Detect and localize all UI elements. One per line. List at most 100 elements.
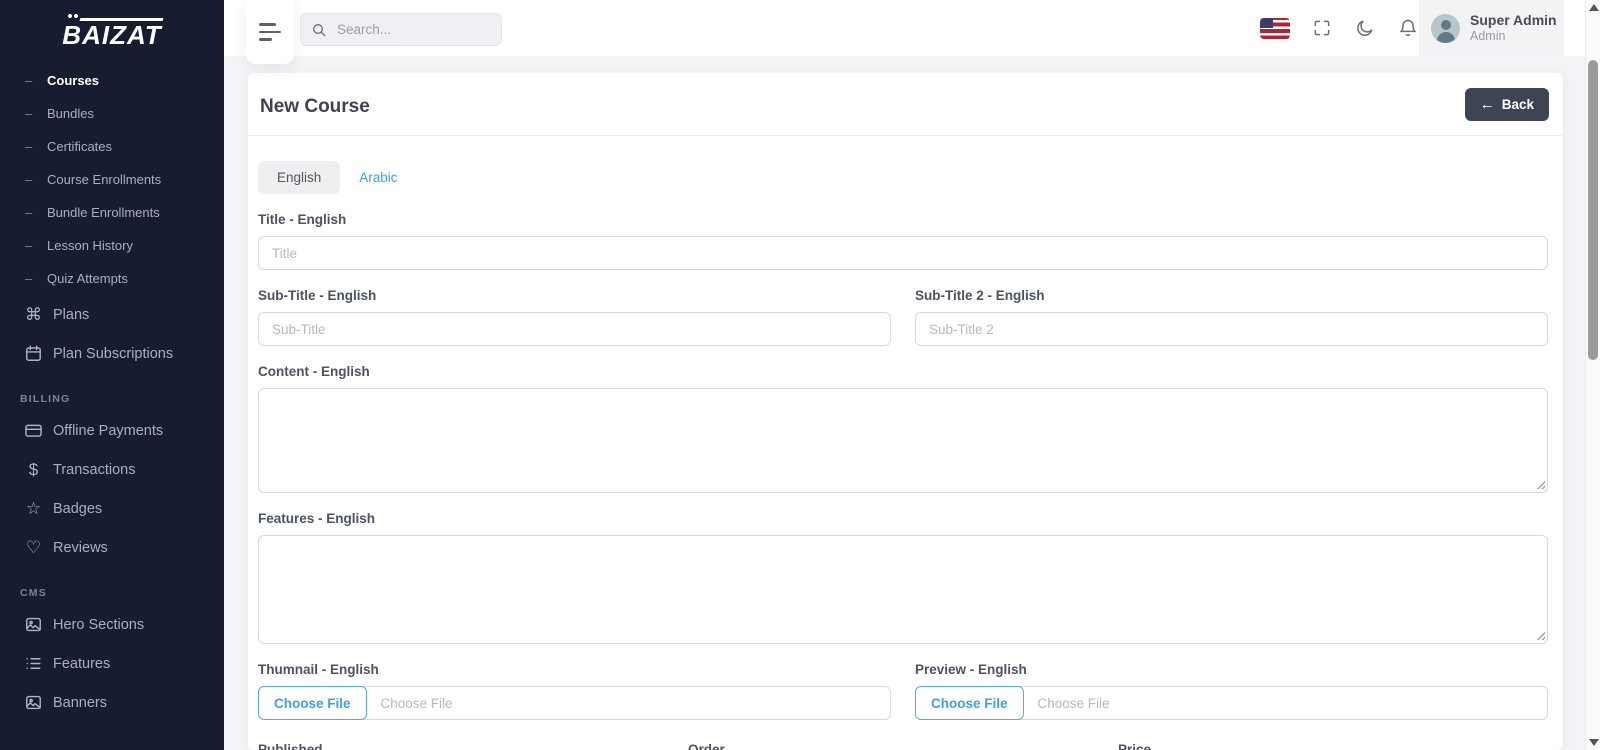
image-icon — [24, 693, 43, 712]
scroll-up-arrow-icon[interactable] — [1589, 4, 1599, 11]
content-textarea[interactable] — [258, 388, 1548, 493]
subtitle2-label: Sub-Title 2 - English — [915, 288, 1045, 303]
sidebar-item-badges[interactable]: ☆ Badges — [0, 489, 224, 528]
preview-file-placeholder: Choose File — [1037, 695, 1110, 711]
dash-icon: – — [25, 172, 33, 187]
sidebar-item-quiz-attempts[interactable]: – Quiz Attempts — [0, 262, 224, 295]
sidebar-item-label: Features — [53, 655, 111, 672]
menu-icon — [259, 23, 276, 26]
new-course-card: New Course ← Back English Arabic Title -… — [248, 73, 1563, 750]
sidebar-item-label: Badges — [53, 500, 103, 517]
search-input[interactable] — [335, 21, 491, 38]
sidebar-item-banners[interactable]: Banners — [0, 683, 224, 722]
tab-arabic[interactable]: Arabic — [359, 170, 397, 185]
app-logo[interactable]: BAIZAT — [0, 0, 224, 64]
dash-icon: – — [25, 73, 33, 88]
calendar-icon — [24, 344, 43, 363]
thumbnail-label: Thumnail - English — [258, 662, 379, 677]
sidebar-item-label: Transactions — [53, 461, 136, 478]
thumbnail-file-input[interactable]: Choose File Choose File — [258, 686, 891, 720]
partial-bottom-row: Published Order Price — [258, 724, 1548, 750]
sidebar-item-label: Lesson History — [47, 238, 133, 253]
preview-choose-file-button[interactable]: Choose File — [915, 686, 1024, 720]
global-search[interactable] — [300, 13, 502, 46]
title-input[interactable] — [258, 236, 1548, 270]
menu-toggle-button[interactable] — [246, 0, 294, 64]
sidebar-item-courses[interactable]: – Courses — [0, 64, 224, 97]
dash-icon: – — [25, 106, 33, 121]
scrollbar-thumb[interactable] — [1588, 60, 1598, 360]
course-form: English Arabic Title - English Sub-Title… — [248, 136, 1563, 750]
sidebar-item-lesson-history[interactable]: – Lesson History — [0, 229, 224, 262]
sidebar-section-billing: BILLING — [20, 393, 71, 405]
sidebar-nav: – Courses – Bundles – Certificates – Cou… — [0, 64, 224, 722]
sidebar-item-bundles[interactable]: – Bundles — [0, 97, 224, 130]
sidebar-item-label: Reviews — [53, 539, 108, 556]
credit-card-icon — [24, 421, 43, 440]
scroll-down-arrow-icon[interactable] — [1589, 739, 1599, 746]
arrow-left-icon: ← — [1479, 96, 1495, 113]
sidebar: BAIZAT – Courses – Bundles – Certificate… — [0, 0, 224, 750]
features-textarea[interactable] — [258, 535, 1548, 644]
sidebar-item-features[interactable]: Features — [0, 644, 224, 683]
features-label: Features - English — [258, 511, 376, 526]
preview-file-input[interactable]: Choose File Choose File — [915, 686, 1548, 720]
price-label: Price — [1118, 742, 1152, 750]
dollar-icon: $ — [28, 460, 39, 479]
image-icon — [24, 615, 43, 634]
subtitle2-input[interactable] — [915, 312, 1548, 346]
page-title: New Course — [260, 96, 370, 117]
sidebar-section-cms: CMS — [20, 587, 47, 599]
card-header: New Course ← Back — [248, 73, 1563, 136]
top-navbar: Super Admin Admin — [224, 0, 1600, 64]
back-button[interactable]: ← Back — [1464, 88, 1549, 121]
thumbnail-choose-file-button[interactable]: Choose File — [258, 686, 367, 720]
subtitle-label: Sub-Title - English — [258, 288, 377, 303]
sidebar-item-hero-sections[interactable]: Hero Sections — [0, 605, 224, 644]
order-label: Order — [688, 742, 725, 750]
sidebar-item-plans[interactable]: ⌘ Plans — [0, 295, 224, 334]
published-label: Published — [258, 742, 323, 750]
sidebar-item-label: Offline Payments — [53, 422, 164, 439]
dash-icon: – — [25, 139, 33, 154]
dark-mode-moon-icon[interactable] — [1354, 17, 1376, 39]
sidebar-item-offline-payments[interactable]: Offline Payments — [0, 411, 224, 450]
sidebar-item-label: Bundles — [47, 106, 94, 121]
sidebar-item-label: Hero Sections — [53, 616, 145, 633]
sidebar-item-certificates[interactable]: – Certificates — [0, 130, 224, 163]
notifications-bell-icon[interactable] — [1397, 17, 1419, 39]
avatar — [1431, 13, 1460, 43]
sidebar-item-plan-subscriptions[interactable]: Plan Subscriptions — [0, 334, 224, 373]
sidebar-item-label: Plan Subscriptions — [53, 345, 174, 362]
language-flag-icon[interactable] — [1260, 17, 1290, 39]
title-label: Title - English — [258, 212, 347, 227]
star-icon: ☆ — [25, 499, 42, 518]
user-name: Super Admin — [1470, 11, 1557, 28]
user-role: Admin — [1470, 29, 1506, 44]
sidebar-item-reviews[interactable]: ♡ Reviews — [0, 528, 224, 567]
sidebar-item-bundle-enrollments[interactable]: – Bundle Enrollments — [0, 196, 224, 229]
sidebar-item-transactions[interactable]: $ Transactions — [0, 450, 224, 489]
sidebar-item-label: Banners — [53, 694, 108, 711]
preview-label: Preview - English — [915, 662, 1027, 677]
command-icon: ⌘ — [25, 305, 42, 324]
fullscreen-icon[interactable] — [1311, 17, 1333, 39]
logo-text: BAIZAT — [62, 13, 161, 51]
sidebar-item-label: Plans — [53, 306, 90, 323]
sidebar-item-label: Course Enrollments — [47, 172, 162, 187]
header-actions — [1260, 0, 1419, 56]
user-menu[interactable]: Super Admin Admin — [1419, 0, 1564, 56]
subtitle-input[interactable] — [258, 312, 891, 346]
search-icon — [313, 23, 326, 36]
dash-icon: – — [25, 205, 33, 220]
heart-icon: ♡ — [25, 538, 42, 557]
tab-english[interactable]: English — [258, 161, 341, 194]
sidebar-item-course-enrollments[interactable]: – Course Enrollments — [0, 163, 224, 196]
sidebar-item-label: Courses — [47, 73, 100, 88]
page-scrollbar[interactable] — [1585, 0, 1600, 750]
back-button-label: Back — [1501, 97, 1534, 112]
dash-icon: – — [25, 271, 33, 286]
sidebar-item-label: Certificates — [47, 139, 113, 154]
content-label: Content - English — [258, 364, 370, 379]
dash-icon: – — [25, 238, 33, 253]
